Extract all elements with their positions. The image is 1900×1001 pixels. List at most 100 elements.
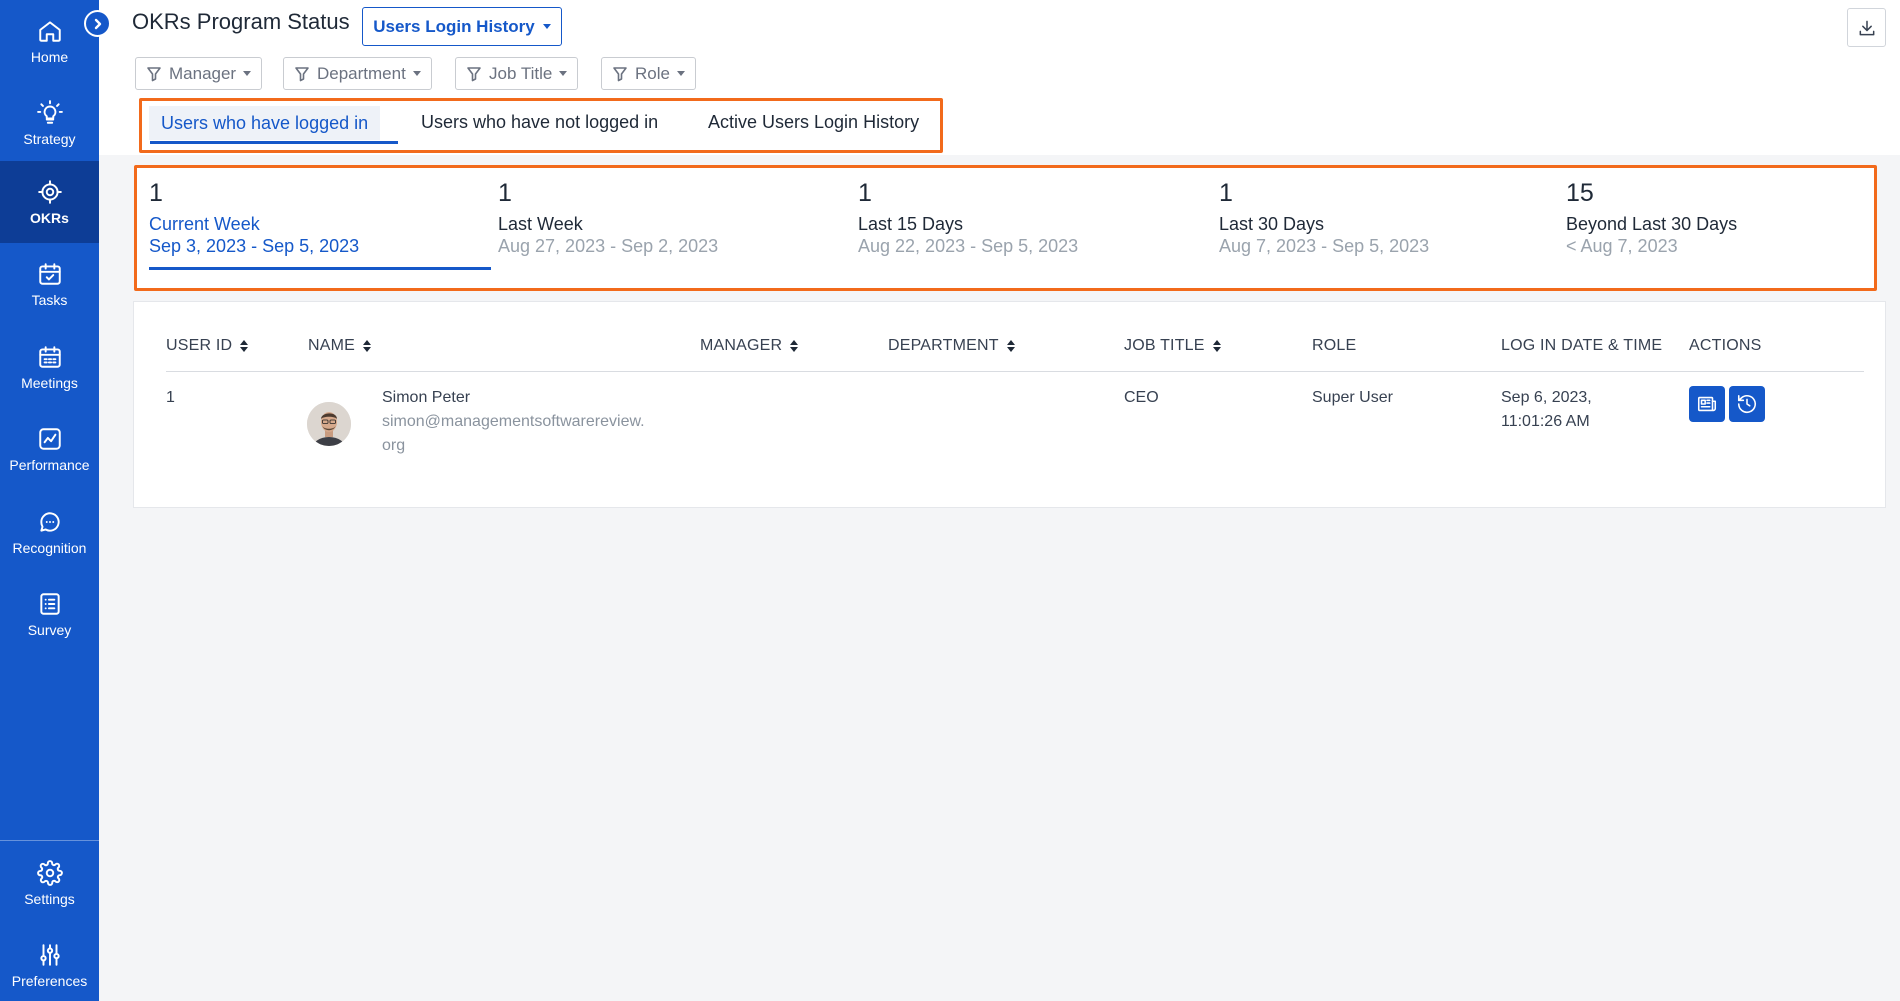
stat-label: Last Week — [498, 214, 583, 234]
column-header-label: JOB TITLE — [1124, 337, 1205, 354]
target-icon — [37, 179, 62, 204]
sidebar-item-recognition[interactable]: Recognition — [0, 491, 99, 573]
gear-icon — [36, 859, 63, 886]
view-select-label: Users Login History — [373, 16, 535, 36]
tab-label: Users who have not logged in — [421, 112, 659, 132]
filter-icon — [147, 66, 161, 81]
users-table: USER ID NAME MANAGER DEPARTMENT JOB TITL… — [133, 301, 1886, 508]
login-tabs: Users who have logged in Users who have … — [139, 98, 943, 153]
active-stat-indicator — [149, 267, 491, 270]
user-avatar-icon — [307, 402, 351, 446]
download-icon — [1859, 20, 1874, 35]
filter-role[interactable]: Role — [601, 57, 696, 90]
sidebar-item-performance[interactable]: Performance — [0, 408, 99, 490]
column-header-label: DEPARTMENT — [888, 337, 999, 354]
newspaper-icon — [1697, 396, 1717, 412]
stat-range: < Aug 7, 2023 — [1566, 236, 1678, 256]
chat-bubble-icon — [39, 511, 60, 532]
filter-department[interactable]: Department — [283, 57, 432, 90]
avatar — [307, 402, 351, 446]
sidebar-item-label: Recognition — [12, 539, 87, 556]
sidebar-item-label: Strategy — [23, 130, 76, 147]
user-email-continued: org — [382, 437, 406, 454]
column-header-department[interactable]: DEPARTMENT — [888, 337, 1015, 355]
stat-last-15-days[interactable]: 1 Last 15 Days Aug 22, 2023 - Sep 5, 202… — [858, 179, 1078, 257]
history-icon — [1737, 394, 1757, 413]
cell-job-title: CEO — [1124, 389, 1159, 406]
filter-icon — [613, 66, 627, 81]
login-history-button[interactable] — [1729, 386, 1765, 422]
filter-job-title[interactable]: Job Title — [455, 57, 579, 90]
tab-active-users-history[interactable]: Active Users Login History — [708, 112, 919, 133]
column-header-user-id[interactable]: USER ID — [166, 337, 249, 355]
home-icon — [38, 20, 61, 42]
sidebar-item-survey[interactable]: Survey — [0, 573, 99, 655]
column-header-actions: ACTIONS — [1689, 337, 1762, 355]
active-tab-indicator — [150, 141, 398, 144]
tab-not-logged-in[interactable]: Users who have not logged in — [421, 112, 658, 133]
sidebar-item-tasks[interactable]: Tasks — [0, 243, 99, 325]
login-time: 11:01:26 AM — [1501, 413, 1590, 430]
stat-beyond-30-days[interactable]: 15 Beyond Last 30 Days < Aug 7, 2023 — [1566, 179, 1737, 257]
cell-name: Simon Peter simon@managementsoftwarerevi… — [382, 386, 645, 458]
stat-label: Last 30 Days — [1219, 214, 1325, 234]
chevron-right-icon — [94, 18, 101, 29]
filter-manager[interactable]: Manager — [135, 57, 263, 90]
calendar-grid-icon — [38, 345, 61, 368]
filter-label: Role — [635, 63, 670, 83]
sidebar-item-strategy[interactable]: Strategy — [0, 82, 99, 164]
column-header-job-title[interactable]: JOB TITLE — [1124, 337, 1221, 355]
login-date: Sep 6, 2023, — [1501, 389, 1592, 406]
sidebar-collapse-button[interactable] — [84, 10, 111, 37]
view-select-dropdown[interactable]: Users Login History — [362, 7, 562, 46]
column-header-login-date: LOG IN DATE & TIME — [1501, 337, 1662, 355]
stat-count: 1 — [149, 179, 163, 207]
list-icon — [39, 592, 60, 615]
column-header-label: ACTIONS — [1689, 337, 1762, 354]
sidebar-item-okrs[interactable]: OKRs — [0, 161, 99, 243]
sort-icon[interactable] — [1212, 340, 1221, 352]
sidebar-item-settings[interactable]: Settings — [0, 842, 99, 924]
stat-label: Beyond Last 30 Days — [1566, 214, 1738, 234]
sidebar-item-label: Settings — [24, 890, 75, 907]
filter-icon — [467, 66, 481, 81]
sidebar-divider — [0, 840, 99, 841]
sort-icon[interactable] — [240, 340, 249, 352]
sort-icon[interactable] — [1006, 340, 1015, 352]
view-details-button[interactable] — [1689, 386, 1725, 422]
stat-range: Aug 27, 2023 - Sep 2, 2023 — [498, 236, 719, 256]
tab-logged-in[interactable]: Users who have logged in — [149, 106, 381, 140]
stat-count: 1 — [498, 179, 512, 207]
sidebar-item-label: Survey — [27, 621, 72, 638]
sidebar: Home Strategy OKRs Tasks Meetings Perfor… — [0, 0, 99, 1001]
filter-icon — [295, 66, 309, 81]
tab-label: Users who have logged in — [161, 113, 369, 133]
stat-last-week[interactable]: 1 Last Week Aug 27, 2023 - Sep 2, 2023 — [498, 179, 718, 257]
stat-last-30-days[interactable]: 1 Last 30 Days Aug 7, 2023 - Sep 5, 2023 — [1219, 179, 1429, 257]
sidebar-item-label: Tasks — [31, 291, 68, 308]
caret-down-icon — [676, 71, 685, 76]
sidebar-item-meetings[interactable]: Meetings — [0, 326, 99, 408]
filter-label: Department — [317, 63, 406, 83]
stat-range: Sep 3, 2023 - Sep 5, 2023 — [149, 236, 360, 256]
caret-down-icon — [542, 24, 551, 29]
filter-label: Job Title — [489, 63, 553, 83]
stat-label: Current Week — [149, 214, 260, 234]
sidebar-item-preferences[interactable]: Preferences — [0, 924, 99, 1001]
sidebar-item-label: OKRs — [30, 209, 69, 226]
stat-current-week[interactable]: 1 Current Week Sep 3, 2023 - Sep 5, 2023 — [149, 179, 359, 257]
chart-line-icon — [38, 427, 61, 450]
sort-icon[interactable] — [790, 340, 799, 352]
sidebar-item-label: Meetings — [21, 374, 78, 391]
page-title: OKRs Program Status — [132, 9, 350, 34]
login-period-stats: 1 Current Week Sep 3, 2023 - Sep 5, 2023… — [134, 165, 1877, 291]
sort-icon[interactable] — [363, 340, 372, 352]
sidebar-item-label: Performance — [9, 456, 90, 473]
tab-label: Active Users Login History — [708, 112, 920, 132]
download-button[interactable] — [1847, 8, 1886, 47]
column-header-name[interactable]: NAME — [308, 337, 372, 355]
lightbulb-icon — [36, 99, 63, 124]
sidebar-item-home[interactable]: Home — [0, 0, 99, 82]
column-header-manager[interactable]: MANAGER — [700, 337, 799, 355]
caret-down-icon — [559, 71, 568, 76]
